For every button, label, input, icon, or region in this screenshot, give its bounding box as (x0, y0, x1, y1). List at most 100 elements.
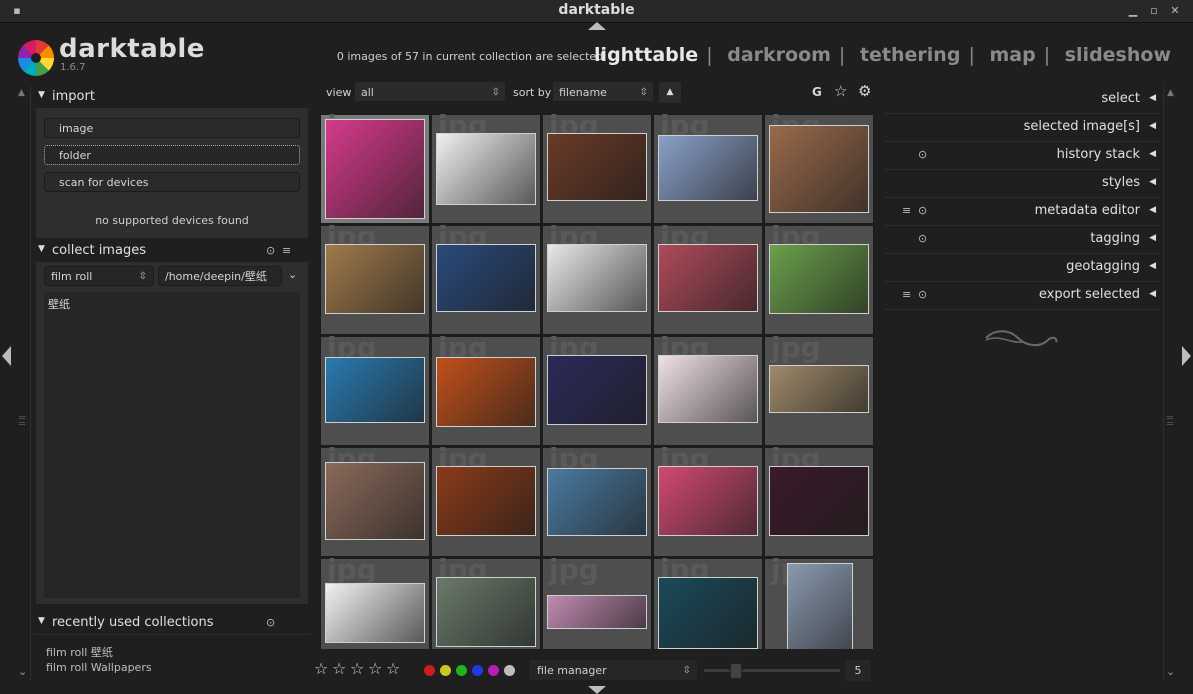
thumbnail[interactable]: jpg (654, 442, 762, 556)
scroll-up-icon[interactable]: ▲ (1167, 88, 1174, 98)
scroll-down-icon[interactable]: ⌄ (18, 665, 27, 678)
presets-icon[interactable]: ≡ (282, 244, 291, 257)
presets-icon[interactable]: ≡ (902, 288, 911, 301)
view-slideshow[interactable]: slideshow (1065, 44, 1171, 66)
scroll-down-icon[interactable]: ⌄ (1166, 665, 1175, 678)
thumbnail[interactable]: jpg (654, 220, 762, 334)
import-folder-button[interactable]: folder (44, 145, 300, 165)
reset-icon[interactable]: ⊙ (918, 148, 927, 161)
gear-icon[interactable]: ⚙ (858, 82, 871, 100)
right-module-geotagging[interactable]: geotagging ◀ (884, 254, 1160, 282)
right-module-metadata-editor[interactable]: metadata editor ◀ ≡ ⊙ (884, 198, 1160, 226)
color-label-icon[interactable] (472, 665, 483, 676)
reset-icon[interactable]: ⊙ (918, 232, 927, 245)
resize-grip-icon[interactable]: ═ ═ (1167, 414, 1173, 430)
color-label-icon[interactable] (424, 665, 435, 676)
zoom-slider[interactable] (704, 663, 840, 679)
recent-item[interactable]: film roll Wallpapers (46, 661, 152, 674)
thumbnail[interactable]: jpg (432, 220, 540, 334)
view-filter-select[interactable]: all ⇳ (354, 81, 506, 102)
collect-list[interactable]: 壁纸 (44, 292, 300, 598)
thumbnail[interactable]: jpg (432, 442, 540, 556)
thumbnail[interactable]: jpg (543, 113, 651, 223)
thumbnail[interactable]: jpg (543, 331, 651, 445)
import-module-header[interactable]: ▼ import (34, 86, 310, 109)
maximize-icon[interactable]: ▫ (1147, 4, 1161, 18)
thumbnail[interactable]: jpg (432, 331, 540, 445)
view-darkroom[interactable]: darkroom (727, 44, 831, 66)
thumbnail-image (547, 355, 647, 425)
color-label-icon[interactable] (440, 665, 451, 676)
collect-path-input[interactable]: /home/deepin/壁纸 (158, 266, 282, 286)
grouping-button[interactable]: G (812, 85, 822, 99)
right-module-selected-image-s[interactable]: selected image[s] ◀ (884, 114, 1160, 142)
thumbnail[interactable]: jpg (432, 553, 540, 649)
star-rating-icon[interactable]: ☆ (368, 659, 382, 678)
scroll-up-icon[interactable]: ▲ (18, 88, 25, 98)
thumbnail-grid[interactable]: jpg jpg jpg jpg jpg jpg jpg jpg jpg jpg jpg jpg jpg j… (319, 113, 874, 649)
right-module-export-selected[interactable]: export selected ◀ ≡ ⊙ (884, 282, 1160, 310)
color-label-icon[interactable] (504, 665, 515, 676)
star-rating-icon[interactable]: ☆ (332, 659, 346, 678)
collect-property-select[interactable]: film roll ⇳ (44, 266, 154, 286)
reset-icon[interactable]: ⊙ (266, 616, 275, 629)
right-panel-toggle-icon[interactable] (1182, 346, 1191, 366)
star-overlay-icon[interactable]: ☆ (834, 82, 847, 100)
bottom-panel-toggle-icon[interactable] (588, 686, 606, 694)
thumbnail[interactable]: jpg (321, 442, 429, 556)
thumbnail[interactable]: jpg (765, 553, 873, 649)
view-lighttable[interactable]: lighttable (594, 44, 698, 66)
chevron-down-icon[interactable]: ⌄ (288, 268, 297, 281)
right-module-tagging[interactable]: tagging ◀ ⊙ (884, 226, 1160, 254)
thumbnail-frame (325, 341, 425, 441)
thumbnail[interactable]: jpg (765, 220, 873, 334)
presets-icon[interactable]: ≡ (902, 204, 911, 217)
thumbnail[interactable]: jpg (321, 553, 429, 649)
left-panel-scrollbar[interactable]: ▲ ═ ═ ⌄ (16, 86, 31, 680)
thumbnail[interactable]: jpg (654, 553, 762, 649)
thumbnail-image (658, 577, 758, 649)
zoom-value-input[interactable]: 5 (844, 659, 872, 683)
thumbnail[interactable]: jpg (654, 113, 762, 223)
thumbnail[interactable]: jpg (432, 113, 540, 223)
thumbnail[interactable]: jpg (654, 331, 762, 445)
thumbnail[interactable]: jpg (321, 113, 429, 223)
reset-icon[interactable]: ⊙ (918, 204, 927, 217)
color-label-icon[interactable] (456, 665, 467, 676)
right-panel-scrollbar[interactable]: ▲ ═ ═ ⌄ (1163, 86, 1178, 680)
thumbnail[interactable]: jpg (321, 331, 429, 445)
thumbnail[interactable]: jpg (543, 442, 651, 556)
right-module-select[interactable]: select ◀ (884, 86, 1160, 114)
zoom-slider-handle[interactable] (730, 663, 742, 679)
view-tethering[interactable]: tethering (860, 44, 960, 66)
thumbnail[interactable]: jpg (765, 331, 873, 445)
sort-select[interactable]: filename ⇳ (552, 81, 654, 102)
left-panel-toggle-icon[interactable] (2, 346, 11, 366)
view-map[interactable]: map (989, 44, 1035, 66)
right-module-styles[interactable]: styles ◀ (884, 170, 1160, 198)
scan-devices-button[interactable]: scan for devices (44, 172, 300, 192)
thumbnail[interactable]: jpg (543, 220, 651, 334)
list-item[interactable]: 壁纸 (48, 296, 70, 312)
close-icon[interactable]: ✕ (1168, 4, 1182, 18)
recent-item[interactable]: film roll 壁纸 (46, 644, 113, 660)
reset-icon[interactable]: ⊙ (918, 288, 927, 301)
minimize-icon[interactable]: ▁ (1126, 4, 1140, 18)
reset-icon[interactable]: ⊙ (266, 244, 275, 257)
star-rating-icon[interactable]: ☆ (350, 659, 364, 678)
thumbnail[interactable]: jpg (543, 553, 651, 649)
resize-grip-icon[interactable]: ═ ═ (19, 414, 25, 430)
sort-direction-button[interactable]: ▲ (658, 81, 682, 104)
color-label-icon[interactable] (488, 665, 499, 676)
recent-module-header[interactable]: ▼ recently used collections ⊙ (34, 612, 310, 635)
right-module-history-stack[interactable]: history stack ◀ ⊙ (884, 142, 1160, 170)
layout-select[interactable]: file manager ⇳ (528, 659, 698, 681)
import-image-button[interactable]: image (44, 118, 300, 138)
top-panel-toggle-icon[interactable] (588, 22, 606, 30)
collect-module-header[interactable]: ▼ collect images ⊙ ≡ (34, 240, 310, 263)
thumbnail[interactable]: jpg (765, 442, 873, 556)
star-rating-icon[interactable]: ☆ (386, 659, 400, 678)
star-rating-icon[interactable]: ☆ (314, 659, 328, 678)
thumbnail[interactable]: jpg (321, 220, 429, 334)
thumbnail[interactable]: jpg (765, 113, 873, 223)
